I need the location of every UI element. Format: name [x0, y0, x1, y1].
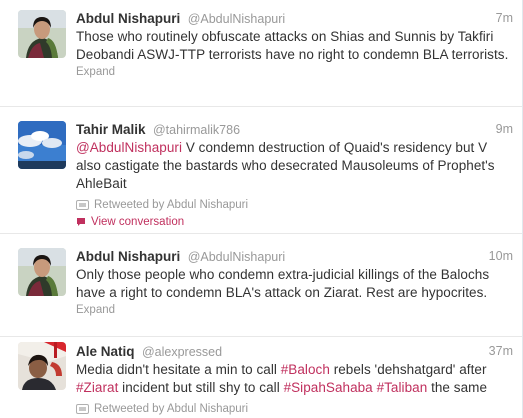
- tweet-item[interactable]: Abdul Nishapuri @AbdulNishapuri 7m Those…: [0, 0, 522, 107]
- hashtag-link[interactable]: #SipahSahaba: [284, 380, 373, 395]
- retweet-icon: [76, 403, 89, 414]
- tweet-author-name[interactable]: Abdul Nishapuri: [76, 11, 180, 26]
- hashtag-link[interactable]: #Baloch: [281, 362, 330, 377]
- timeline: Abdul Nishapuri @AbdulNishapuri 7m Those…: [0, 0, 523, 418]
- tweet-text-segment: rebels 'dehshatgard' after: [329, 362, 487, 377]
- tweet-author-name[interactable]: Tahir Malik: [76, 122, 146, 137]
- tweet-timestamp[interactable]: 9m: [496, 121, 513, 138]
- view-conversation-label[interactable]: View conversation: [91, 216, 184, 228]
- tweet-timestamp[interactable]: 7m: [496, 10, 513, 27]
- tweet-timestamp[interactable]: 10m: [489, 248, 513, 265]
- tweet-item[interactable]: Abdul Nishapuri @AbdulNishapuri 10m Only…: [0, 234, 522, 337]
- avatar[interactable]: [18, 342, 66, 390]
- view-conversation-link[interactable]: View conversation: [76, 214, 513, 229]
- retweet-icon: [76, 199, 89, 210]
- avatar[interactable]: [18, 248, 66, 296]
- tweet-text: Media didn't hesitate a min to call #Bal…: [76, 361, 513, 397]
- mention-link[interactable]: @AbdulNishapuri: [76, 140, 182, 155]
- tweet-author-handle[interactable]: @alexpressed: [142, 345, 222, 359]
- tweet-author-handle[interactable]: @tahirmalik786: [153, 123, 240, 137]
- tweet-item[interactable]: Tahir Malik @tahirmalik786 9m @AbdulNish…: [0, 107, 522, 234]
- retweet-context[interactable]: Retweeted by Abdul Nishapuri: [76, 401, 513, 416]
- tweet-item[interactable]: Ale Natiq @alexpressed 37m Media didn't …: [0, 337, 522, 418]
- expand-link[interactable]: Expand: [76, 304, 513, 316]
- tweet-text-segment: incident but still shy to call: [118, 380, 284, 395]
- tweet-text-segment: Media didn't hesitate a min to call: [76, 362, 281, 377]
- avatar[interactable]: [18, 10, 66, 58]
- conversation-icon: [77, 217, 85, 226]
- hashtag-link[interactable]: #Taliban: [377, 380, 428, 395]
- tweet-text-segment: the same: [427, 380, 487, 395]
- tweet-author-name[interactable]: Ale Natiq: [76, 344, 135, 359]
- tweet-author-handle[interactable]: @AbdulNishapuri: [188, 12, 285, 26]
- retweeted-by-text: Retweeted by Abdul Nishapuri: [94, 198, 249, 211]
- retweet-context[interactable]: Retweeted by Abdul Nishapuri: [76, 197, 513, 212]
- tweet-author-name[interactable]: Abdul Nishapuri: [76, 249, 180, 264]
- avatar[interactable]: [18, 121, 66, 169]
- tweet-author-handle[interactable]: @AbdulNishapuri: [188, 250, 285, 264]
- tweet-text: Those who routinely obfuscate attacks on…: [76, 29, 509, 62]
- retweeted-by-text: Retweeted by Abdul Nishapuri: [94, 402, 249, 415]
- tweet-text: @AbdulNishapuri V condemn destruction of…: [76, 139, 513, 193]
- tweet-text: Only those people who condemn extra-judi…: [76, 267, 490, 300]
- hashtag-link[interactable]: #Ziarat: [76, 380, 118, 395]
- tweet-timestamp[interactable]: 37m: [489, 343, 513, 360]
- expand-link[interactable]: Expand: [76, 66, 513, 78]
